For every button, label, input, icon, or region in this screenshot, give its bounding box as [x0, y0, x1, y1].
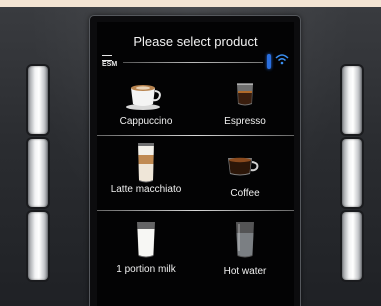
- left-button-2[interactable]: [28, 139, 48, 207]
- header-divider: [123, 62, 263, 63]
- product-tile-hot-water[interactable]: Hot water: [196, 213, 294, 287]
- row-divider: [97, 210, 294, 211]
- right-button-column: [342, 66, 362, 286]
- product-label: Latte macchiato: [110, 184, 182, 195]
- esm-logo-text: ESM: [102, 61, 118, 68]
- row-divider: [97, 135, 294, 136]
- level-indicator: [267, 54, 271, 69]
- product-label: Hot water: [223, 266, 267, 277]
- left-button-column: [28, 66, 48, 286]
- milk-glass-icon: [137, 222, 155, 258]
- top-strip: [0, 0, 381, 7]
- product-tile-espresso[interactable]: Espresso: [196, 70, 294, 144]
- product-tile-coffee[interactable]: Coffee: [196, 138, 294, 212]
- product-label: Coffee: [230, 188, 260, 199]
- coffee-cup-icon: [228, 157, 259, 176]
- product-tile-milk[interactable]: 1 portion milk: [97, 213, 195, 287]
- espresso-glass-icon: [237, 83, 253, 106]
- product-label: Espresso: [224, 116, 266, 127]
- right-button-1[interactable]: [342, 66, 362, 134]
- product-label: Cappuccino: [119, 116, 173, 127]
- hot-water-glass-icon: [236, 222, 254, 258]
- latte-macchiato-glass-icon: [138, 143, 154, 183]
- wifi-icon: [275, 54, 289, 65]
- product-tile-cappuccino[interactable]: Cappuccino: [97, 70, 195, 144]
- right-button-3[interactable]: [342, 212, 362, 280]
- esm-logo: ESM: [102, 55, 120, 69]
- left-button-3[interactable]: [28, 212, 48, 280]
- right-button-2[interactable]: [342, 139, 362, 207]
- display-screen: Please select product ESM Cappuccino Esp…: [97, 22, 294, 306]
- cappuccino-cup-icon: [126, 85, 161, 110]
- left-button-1[interactable]: [28, 66, 48, 134]
- screen-title: Please select product: [133, 34, 258, 49]
- product-label: 1 portion milk: [116, 264, 176, 275]
- product-tile-latte-macchiato[interactable]: Latte macchiato: [97, 138, 195, 212]
